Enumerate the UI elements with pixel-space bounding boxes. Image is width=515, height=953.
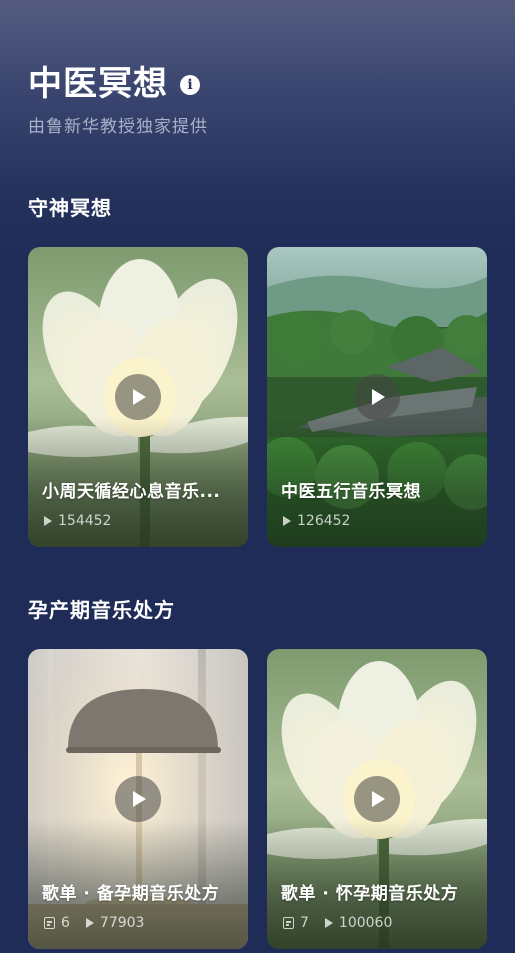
list-icon <box>44 917 55 929</box>
card-title: 中医五行音乐冥想 <box>281 482 421 502</box>
card-meta: 154452 <box>44 513 111 529</box>
card-meta: 126452 <box>283 513 350 529</box>
track-count: 7 <box>300 915 309 931</box>
play-icon <box>133 791 146 807</box>
info-icon[interactable]: i <box>180 75 200 95</box>
page-title: 中医冥想 <box>28 64 168 104</box>
play-count-icon <box>324 918 333 928</box>
play-count-icon <box>283 516 291 526</box>
play-button[interactable] <box>115 374 161 420</box>
title-row: 中医冥想 i <box>28 62 208 106</box>
page-header: 中医冥想 i 由鲁新华教授独家提供 <box>28 62 208 137</box>
page-subtitle: 由鲁新华教授独家提供 <box>28 117 208 137</box>
play-count: 154452 <box>58 513 112 529</box>
play-icon <box>372 791 385 807</box>
section-title-yunchanqi: 孕产期音乐处方 <box>28 598 175 622</box>
play-count: 77903 <box>99 915 145 931</box>
play-button[interactable] <box>354 374 400 420</box>
play-icon <box>372 389 385 405</box>
card-title: 歌单 · 怀孕期音乐处方 <box>281 884 459 904</box>
card-huaiyunqi[interactable]: 歌单 · 怀孕期音乐处方 7 100060 <box>267 649 487 949</box>
card-meta: 6 77903 <box>44 915 144 931</box>
card-beiyunqi[interactable]: 歌单 · 备孕期音乐处方 6 77903 <box>28 649 248 949</box>
play-count: 126452 <box>297 513 351 529</box>
track-count: 6 <box>61 915 70 931</box>
play-button[interactable] <box>354 776 400 822</box>
card-meta: 7 100060 <box>283 915 392 931</box>
play-icon <box>133 389 146 405</box>
play-count: 100060 <box>338 915 393 931</box>
play-button[interactable] <box>115 776 161 822</box>
list-icon <box>283 917 294 929</box>
section-title-shoushen: 守神冥想 <box>28 196 112 220</box>
card-xiaozhoutian[interactable]: 小周天循经心息音乐... 154452 <box>28 247 248 547</box>
card-wuxing[interactable]: 中医五行音乐冥想 126452 <box>267 247 487 547</box>
card-title: 歌单 · 备孕期音乐处方 <box>42 884 220 904</box>
play-count-icon <box>44 516 52 526</box>
play-count-icon <box>85 918 94 928</box>
card-title: 小周天循经心息音乐... <box>42 482 221 502</box>
